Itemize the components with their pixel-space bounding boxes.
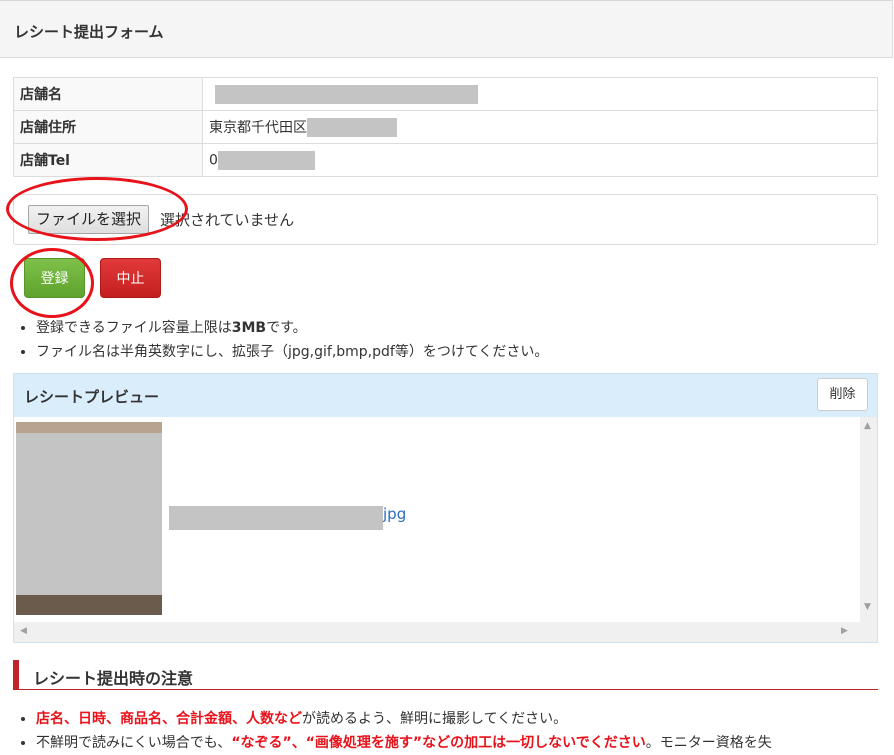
store-address-value: 東京都千代田区 xyxy=(202,110,878,144)
preview-title: レシートプレビュー xyxy=(24,388,160,406)
table-row: 店舗Tel 0 xyxy=(13,143,878,177)
cancel-button[interactable]: 中止 xyxy=(100,258,161,298)
upload-notes: 登録できるファイル容量上限は3MBです。 ファイル名は半角英数字にし、拡張子（j… xyxy=(0,316,548,364)
annotation-circle xyxy=(6,177,188,241)
redacted-block xyxy=(169,506,383,530)
delete-button[interactable]: 削除 xyxy=(817,378,868,411)
store-address-label: 店舗住所 xyxy=(13,110,203,144)
redacted-block xyxy=(215,84,478,104)
table-row: 店舗名 xyxy=(13,77,878,111)
receipt-preview-panel: レシートプレビュー 削除 jpg ▲ ▼ ◀ ▶ xyxy=(13,373,878,643)
vertical-scrollbar[interactable]: ▲ ▼ xyxy=(860,417,877,622)
caution-title: レシート提出時の注意 xyxy=(33,669,194,688)
redacted-block xyxy=(16,433,162,598)
list-item: 不鮮明で読みにくい場合でも、“なぞる”、“画像処理を施す”などの加工は一切しない… xyxy=(36,731,894,755)
caution-section-header: レシート提出時の注意 xyxy=(13,660,878,690)
thumbnail-edge xyxy=(16,595,162,615)
scroll-down-arrow-icon[interactable]: ▼ xyxy=(864,602,871,612)
page-title: レシート提出フォーム xyxy=(14,23,164,41)
scroll-right-arrow-icon[interactable]: ▶ xyxy=(841,626,848,636)
caution-list: 店名、日時、商品名、合計金額、人数などが読めるよう、鮮明に撮影してください。 不… xyxy=(0,707,894,755)
annotation-circle xyxy=(10,248,94,318)
store-info-table: 店舗名 店舗住所 東京都千代田区 店舗Tel 0 xyxy=(13,77,878,177)
store-tel-label: 店舗Tel xyxy=(13,143,203,177)
form-header: レシート提出フォーム xyxy=(0,0,893,58)
redacted-block xyxy=(217,150,315,170)
redacted-block xyxy=(307,118,397,138)
horizontal-scrollbar[interactable]: ◀ ▶ xyxy=(14,622,877,642)
preview-header: レシートプレビュー 削除 xyxy=(14,374,877,417)
table-row: 店舗住所 東京都千代田区 xyxy=(13,110,878,144)
scroll-left-arrow-icon[interactable]: ◀ xyxy=(20,626,27,636)
receipt-thumbnail xyxy=(16,422,162,615)
store-name-value xyxy=(202,77,878,111)
scroll-up-arrow-icon[interactable]: ▲ xyxy=(864,421,871,431)
list-item: ファイル名は半角英数字にし、拡張子（jpg,gif,bmp,pdf等）をつけてく… xyxy=(36,340,548,364)
store-tel-value: 0 xyxy=(202,143,878,177)
list-item: 店名、日時、商品名、合計金額、人数などが読めるよう、鮮明に撮影してください。 xyxy=(36,707,894,731)
list-item: 登録できるファイル容量上限は3MBです。 xyxy=(36,316,548,340)
file-link[interactable]: jpg xyxy=(383,505,406,523)
store-name-label: 店舗名 xyxy=(13,77,203,111)
preview-body: jpg ▲ ▼ ◀ ▶ xyxy=(14,417,877,642)
